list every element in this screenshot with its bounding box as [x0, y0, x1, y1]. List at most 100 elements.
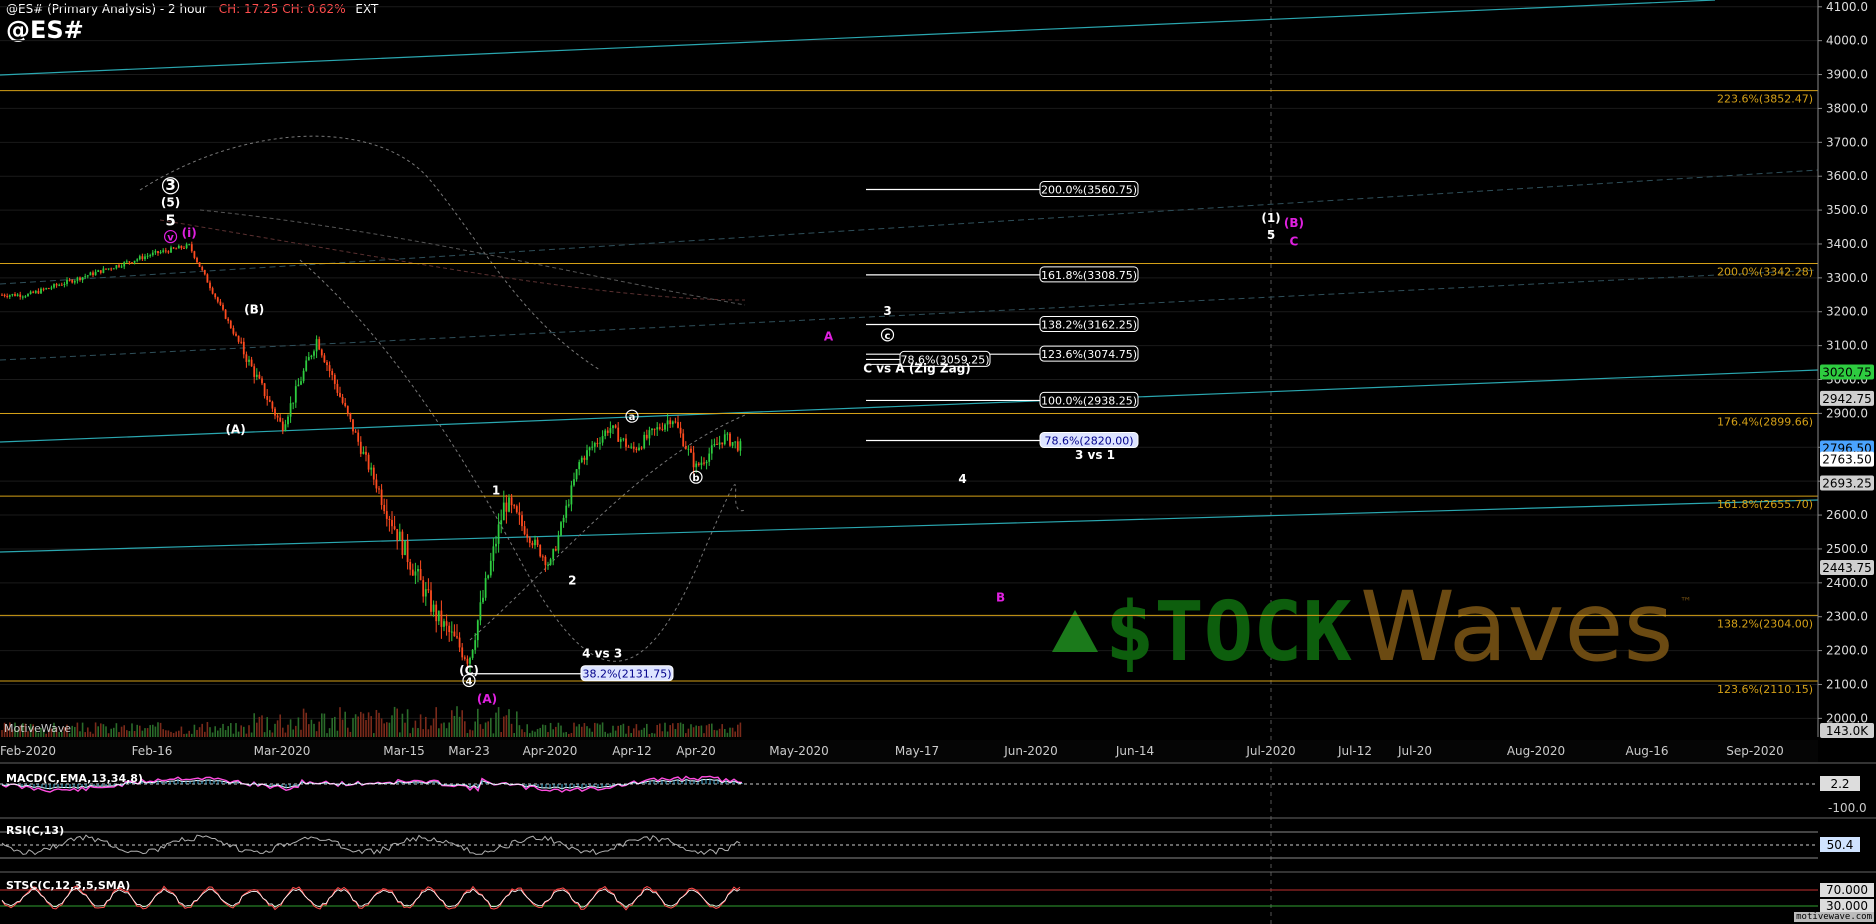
stoch-lower-value: 30.000	[1826, 899, 1868, 913]
volume-bar	[461, 710, 463, 737]
wave-label: C	[1290, 235, 1299, 249]
candle-body	[622, 438, 625, 440]
candle-body	[692, 452, 695, 468]
candle-body	[484, 578, 487, 598]
candle-body	[664, 424, 666, 430]
volume-bar	[490, 717, 492, 737]
volume-bar	[102, 724, 105, 737]
volume-bar	[261, 715, 263, 737]
candle-body	[684, 446, 687, 449]
volume-bar	[596, 723, 599, 737]
candle-body	[40, 288, 42, 294]
candle-body	[216, 297, 219, 302]
candle-body	[14, 294, 16, 297]
volume-bar	[305, 712, 307, 737]
candle-body	[450, 631, 453, 633]
volume-bar	[586, 726, 588, 737]
wave-label: 1	[492, 484, 500, 498]
candle-body	[609, 428, 612, 433]
time-axis: Feb-2020 Feb-16 Mar-2020 Mar-15 Mar-23 Apr-20…	[0, 740, 1818, 762]
volume-bar	[157, 722, 159, 737]
candle-body	[175, 248, 178, 250]
stoch-panel: 70.000 30.000	[0, 883, 1874, 913]
candle-body	[643, 434, 646, 449]
volume-bar	[451, 710, 453, 737]
volume-bar	[560, 725, 562, 737]
target-levels: 200.0%(3560.75) 161.8%(3308.75) 138.2%(316…	[470, 181, 1139, 682]
candle-body	[281, 421, 284, 431]
volume-bar	[570, 732, 573, 737]
candle-body	[583, 457, 586, 460]
candle-body	[118, 265, 120, 267]
volume-bar	[349, 731, 352, 737]
candle-body	[422, 580, 425, 597]
price-candles	[1, 241, 742, 673]
volume-bar	[594, 722, 596, 737]
volume-bar	[193, 724, 196, 737]
y-tick-label: 4100.0	[1826, 0, 1868, 14]
candle-body	[612, 425, 614, 429]
volume-bar	[146, 728, 149, 737]
volume-bar	[534, 731, 536, 737]
candle-body	[102, 268, 105, 273]
volume-bar	[149, 725, 151, 737]
volume-bar	[682, 723, 684, 737]
candle-body	[258, 374, 261, 379]
candle-body	[222, 304, 224, 310]
candle-body	[479, 602, 482, 621]
candle-body	[723, 434, 726, 445]
candle-body	[502, 502, 505, 521]
wave-label: A	[824, 330, 834, 344]
candle-body	[27, 293, 29, 297]
candle-body	[541, 556, 544, 558]
volume-bar	[300, 729, 302, 737]
wave-label: 5	[165, 211, 175, 229]
volume-bar	[482, 728, 484, 737]
target-label: 78.6%(2820.00)	[1044, 435, 1133, 448]
rsi-panel: 50.4	[0, 831, 1860, 859]
candle-body	[700, 462, 703, 466]
wave-label: b	[692, 473, 699, 484]
candle-body	[726, 433, 729, 435]
volume-bar	[614, 730, 617, 737]
volume-bar	[409, 733, 411, 737]
stoch-upper-value: 70.000	[1826, 883, 1868, 897]
volume-bar	[729, 727, 731, 737]
volume-bar	[175, 731, 177, 737]
candle-body	[638, 447, 640, 451]
candle-body	[125, 261, 128, 263]
candle-body	[536, 539, 539, 546]
candle-body	[713, 444, 716, 446]
y-tick-label: 2600.0	[1826, 508, 1868, 522]
candle-body	[367, 454, 370, 470]
volume-bar	[334, 716, 336, 737]
candle-body	[575, 469, 578, 480]
stockwaves-logo: $TOCK Waves ™	[1052, 571, 1692, 683]
volume-bar	[391, 715, 393, 737]
volume-bar	[503, 716, 505, 737]
chart-canvas[interactable]: $TOCK Waves ™ 223.6%(3852.47) 200.0%(3342.28…	[0, 0, 1876, 924]
candle-body	[625, 438, 627, 447]
volume-bar	[113, 727, 115, 737]
candle-body	[164, 250, 167, 252]
candle-body	[136, 259, 139, 261]
x-tick-label: Mar-15	[383, 744, 424, 758]
volume-bar	[235, 723, 237, 737]
candle-body	[63, 283, 66, 285]
wave-label: 4	[466, 676, 473, 687]
volume-bar	[89, 731, 92, 737]
volume-bar	[367, 712, 370, 737]
volume-bar	[380, 718, 383, 737]
candle-body	[580, 457, 583, 463]
volume-bar	[588, 728, 591, 737]
volume-bar	[266, 717, 268, 737]
candle-body	[99, 270, 102, 273]
candle-body	[482, 597, 484, 603]
volume-bar	[456, 706, 458, 737]
target-label: 161.8%(3308.75)	[1041, 269, 1137, 282]
volume-bar	[703, 733, 705, 737]
volume-bar	[152, 724, 154, 737]
candle-body	[60, 284, 63, 286]
volume-bar	[477, 708, 479, 737]
volume-bar	[492, 733, 495, 737]
